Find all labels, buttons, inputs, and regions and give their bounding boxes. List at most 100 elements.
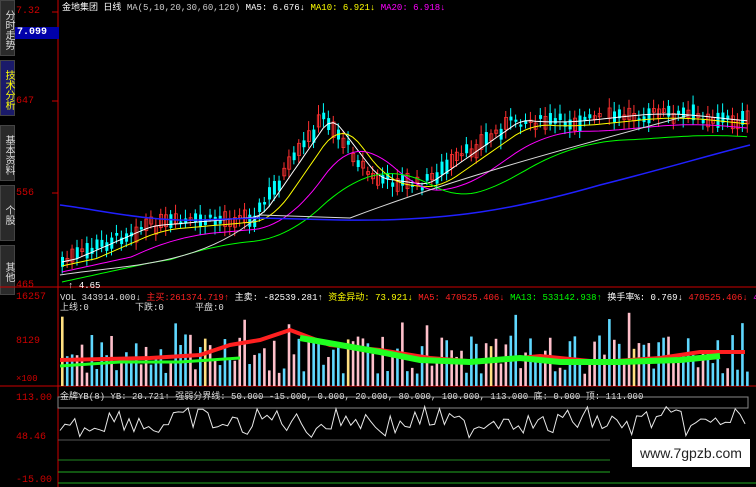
candle-body [100, 239, 104, 247]
price-y-label-647: 647 [16, 96, 35, 107]
volume-bar [243, 319, 246, 386]
volume-bar [233, 360, 237, 386]
candle-body [613, 111, 616, 123]
candle-body [346, 140, 350, 145]
ma20-value: MA20: 6.918↓ [380, 3, 446, 13]
volume-bar [726, 368, 729, 386]
vol-y-label-top: 16257 [16, 292, 47, 303]
indicator-name[interactable]: 金牌YB(8) [60, 392, 105, 402]
volume-bar [711, 363, 715, 386]
volume-bar [465, 372, 468, 386]
fund-change-value: 资金异动: 73.921↓ [328, 293, 413, 303]
indicator-levels: -15.000, 0.000, 20.000, 80.000, 100.000,… [268, 392, 529, 402]
volume-bar [337, 343, 340, 386]
candle-body [588, 114, 592, 119]
volume-bar [110, 335, 113, 386]
volume-bar [134, 343, 138, 386]
volume-bar [287, 324, 291, 386]
volume-bar [627, 312, 631, 386]
vol-y-label-mid: 8129 [16, 336, 41, 347]
candle-body [115, 232, 119, 236]
volume-bar [514, 314, 518, 386]
volume-bar [415, 373, 419, 386]
ma60-line [59, 114, 691, 276]
volume-bar [268, 370, 271, 386]
volume-bar [263, 348, 266, 386]
volume-bar [677, 359, 680, 386]
volume-bar [327, 356, 330, 386]
candle-body [741, 110, 745, 125]
volume-bar [169, 363, 173, 386]
volume-bar [258, 353, 261, 386]
volume-bar [322, 364, 325, 386]
volume-bar [282, 368, 286, 386]
candle-body [509, 116, 513, 121]
main-sell-value: 主卖: -82539.281↑ [234, 293, 323, 303]
volume-bar [529, 338, 532, 386]
period-label[interactable]: 日线 [103, 3, 121, 13]
volume-bar [228, 359, 232, 386]
ma5-line [61, 113, 748, 263]
volume-bar [489, 346, 493, 386]
volume-panel-header: VOL 343914.000↓ 主买:261374.719↑ 主卖: -8253… [60, 290, 756, 303]
volume-bar [149, 364, 153, 386]
price-y-label-465: 465 [16, 280, 35, 291]
volume-bar [657, 342, 660, 386]
volume-bar [179, 344, 182, 386]
candle-body [356, 160, 360, 168]
candle-body [258, 202, 262, 212]
volume-bar [746, 371, 749, 386]
volume-bar [519, 368, 522, 386]
volume-bar [341, 373, 345, 386]
volume-bar [213, 360, 217, 386]
candle-body [277, 180, 281, 191]
volume-bar [164, 372, 168, 386]
flat-line-label: 平盘:0 [195, 303, 224, 313]
ma5-value: MA5: 6.676↓ [245, 3, 306, 13]
volume-bar [558, 367, 562, 386]
ind-y-label-top: 113.00 [16, 393, 53, 404]
down-line-label: 下跌:0 [135, 303, 164, 313]
watermark: www.7gpzb.com [632, 439, 750, 467]
volume-bar [361, 338, 365, 386]
volume-bar [430, 365, 434, 386]
volume-bar [376, 373, 380, 386]
indicator-panel-header: 金牌YB(8) YB: 20.721↑ 强弱分界线: 50.000 -15.00… [60, 389, 643, 402]
volume-bar [406, 371, 409, 386]
volume-bar [716, 340, 720, 386]
up-line-label: 上线:0 [60, 303, 89, 313]
bottom-value: 底: 0.000 [533, 392, 581, 402]
price-y-label-top: 7.32 [16, 6, 41, 17]
candle-body [539, 115, 543, 119]
candle-body [248, 214, 252, 227]
kline-chart[interactable] [0, 0, 756, 487]
volume-bar [61, 316, 64, 386]
volume-bar [632, 348, 636, 386]
volume-bar [386, 371, 389, 386]
candle-body [272, 180, 276, 195]
candle-body [548, 113, 552, 125]
vol-ma5-value: MA5: 470525.406↓ [418, 293, 505, 303]
candle-body [169, 214, 173, 228]
candle-body [484, 132, 488, 146]
candle-body [263, 202, 267, 205]
volume-bar [637, 343, 641, 386]
volume-bar [203, 338, 207, 386]
volume-bar [553, 371, 557, 386]
volume-bar [85, 372, 89, 386]
candle-body [440, 161, 444, 175]
ma10-value: MA10: 6.921↓ [310, 3, 376, 13]
volume-bar [608, 319, 611, 386]
vol-y-unit: ×100 [16, 374, 38, 384]
volume-bar [642, 344, 646, 386]
candle-body [208, 214, 212, 218]
volume-bar [115, 370, 118, 386]
volume-bar [95, 369, 99, 386]
volume-bar [622, 364, 626, 386]
candle-body [95, 239, 99, 250]
ma-params: MA(5,10,20,30,60,120) [126, 3, 241, 13]
volume-bar [460, 350, 463, 386]
volume-bar [302, 371, 306, 386]
volume-bar [307, 337, 311, 386]
volume-bar [253, 354, 256, 386]
